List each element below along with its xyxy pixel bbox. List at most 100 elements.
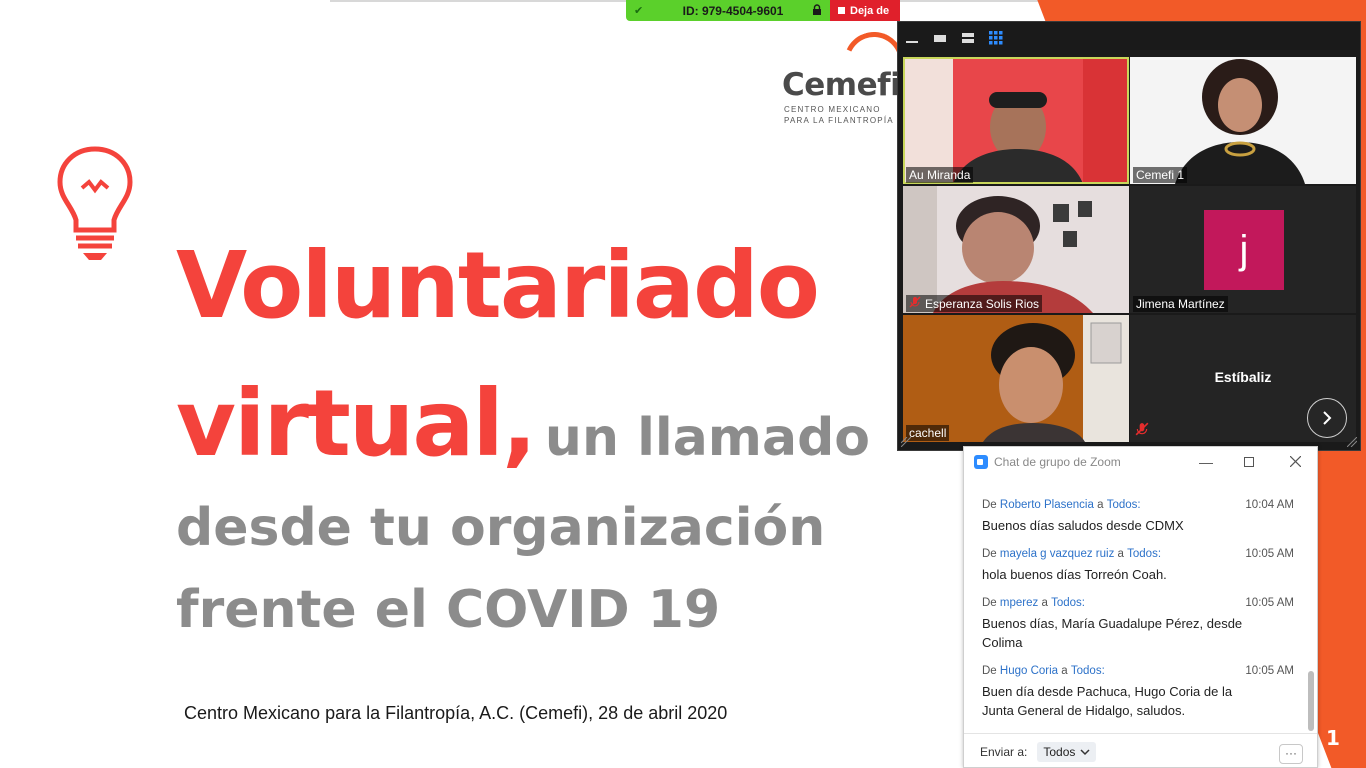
cemefi-logo: Cemefi CENTRO MEXICANO PARA LA FILANTROP… xyxy=(782,23,913,127)
participant-name: Au Miranda xyxy=(909,168,971,182)
chat-sender[interactable]: mayela g vazquez ruiz xyxy=(1000,548,1114,560)
participant-name-label: Cemefi 1 xyxy=(1133,167,1188,183)
chat-sender[interactable]: Roberto Plasencia xyxy=(1000,499,1094,511)
from-prefix: De xyxy=(982,499,997,511)
zoom-icon xyxy=(974,455,988,469)
participant-tile-esperanza[interactable]: Esperanza Solis Rios xyxy=(903,186,1129,313)
chat-time: 10:05 AM xyxy=(1245,548,1294,560)
logo-word: Cemefi xyxy=(782,67,901,103)
shield-check-icon: ✔ xyxy=(634,4,644,17)
chat-time: 10:04 AM xyxy=(1245,499,1294,511)
slide-title-virtual: virtual, xyxy=(176,370,537,477)
screen: 1 ✔ ID: 979-4504-9601 Deja de Cemefi CEN… xyxy=(0,0,1366,768)
to-word: a xyxy=(1117,548,1124,560)
lightbulb-icon xyxy=(56,146,134,264)
participant-name: Cemefi 1 xyxy=(1136,168,1185,182)
stop-share-label: Deja de xyxy=(850,4,890,17)
close-button[interactable] xyxy=(1286,453,1304,471)
slide-title-line-4: frente el COVID 19 xyxy=(176,580,721,640)
resize-handle-left[interactable] xyxy=(900,436,912,448)
mic-muted-icon xyxy=(909,296,921,311)
chat-message-header: De mperez a Todos: 10:05 AM xyxy=(982,597,1294,609)
chat-message-text: hola buenos días Torreón Coah. xyxy=(982,567,1167,582)
chat-message: De mperez a Todos: 10:05 AM Buenos días,… xyxy=(982,597,1294,652)
next-page-button[interactable] xyxy=(1307,398,1347,438)
participant-video xyxy=(903,57,1129,184)
minimize-video-button[interactable] xyxy=(904,30,920,46)
chat-titlebar[interactable]: Chat de grupo de Zoom xyxy=(964,447,1317,477)
send-to-dropdown[interactable]: Todos xyxy=(1037,741,1097,762)
chat-message: De mayela g vazquez ruiz a Todos: 10:05 … xyxy=(982,548,1294,584)
chat-message-text: Buen día desde Pachuca, Hugo Coria de la… xyxy=(982,684,1233,718)
from-prefix: De xyxy=(982,597,997,609)
participant-name-label: cachell xyxy=(906,425,950,441)
from-prefix: De xyxy=(982,665,997,677)
to-word: a xyxy=(1041,597,1048,609)
participant-name-label: Au Miranda xyxy=(906,167,974,183)
chevron-down-icon xyxy=(1080,748,1090,755)
speaker-view-button[interactable] xyxy=(960,30,976,46)
chat-message-header: De Roberto Plasencia a Todos: 10:04 AM xyxy=(982,499,1294,511)
lock-icon xyxy=(812,3,824,18)
chat-title: Chat de grupo de Zoom xyxy=(994,455,1121,469)
slide-title-line-1: Voluntariado xyxy=(176,232,820,339)
chat-sender[interactable]: mperez xyxy=(1000,597,1038,609)
chat-sender[interactable]: Hugo Coria xyxy=(1000,665,1058,677)
more-options-button[interactable]: ··· xyxy=(1279,744,1303,764)
slide-title-llamado: un llamado xyxy=(544,408,871,468)
to-word: a xyxy=(1061,665,1068,677)
minimize-button[interactable]: — xyxy=(1197,453,1215,471)
chat-recipient: Todos: xyxy=(1051,597,1085,609)
meeting-id-label: ID: 979-4504-9601 xyxy=(682,3,784,18)
participant-video xyxy=(1130,57,1356,184)
chat-footer: Enviar a: Todos xyxy=(964,733,1317,768)
slide-number: 1 xyxy=(1326,726,1340,750)
participant-name: Esperanza Solis Rios xyxy=(925,296,1040,311)
slide-title-line-3: desde tu organización xyxy=(176,498,826,558)
send-to-value: Todos xyxy=(1043,744,1076,759)
participant-video xyxy=(903,315,1129,442)
chat-message-header: De Hugo Coria a Todos: 10:05 AM xyxy=(982,665,1294,677)
meeting-id-bar[interactable]: ✔ ID: 979-4504-9601 xyxy=(626,0,830,21)
chat-time: 10:05 AM xyxy=(1245,665,1294,677)
avatar: j xyxy=(1204,210,1284,290)
send-to-label: Enviar a: xyxy=(980,744,1028,759)
chat-time: 10:05 AM xyxy=(1245,597,1294,609)
chevron-right-icon xyxy=(1323,411,1332,425)
slide-footer: Centro Mexicano para la Filantropía, A.C… xyxy=(184,703,728,723)
chat-message: De Roberto Plasencia a Todos: 10:04 AM B… xyxy=(982,499,1294,535)
chat-message-header: De mayela g vazquez ruiz a Todos: 10:05 … xyxy=(982,548,1294,560)
participant-tile-cachell[interactable]: cachell xyxy=(903,315,1129,442)
stop-share-button[interactable]: Deja de xyxy=(830,0,900,21)
gallery-toolbar xyxy=(898,22,1360,56)
close-icon xyxy=(1289,455,1301,468)
gallery-view-button[interactable] xyxy=(988,30,1004,46)
video-gallery-panel: Au Miranda Cemefi 1 Esperanza Solis Rios… xyxy=(897,21,1361,451)
hide-video-button[interactable] xyxy=(932,30,948,46)
participant-name: cachell xyxy=(909,426,947,440)
to-word: a xyxy=(1097,499,1104,511)
zoom-chat-window: Chat de grupo de Zoom — De Roberto Plase… xyxy=(963,446,1318,768)
chat-scrollbar[interactable] xyxy=(1308,671,1314,731)
participant-video xyxy=(903,186,1129,313)
participant-tile-jimena[interactable]: j Jimena Martínez xyxy=(1130,186,1356,313)
chat-recipient: Todos: xyxy=(1106,499,1141,511)
stop-square-icon xyxy=(838,7,845,14)
chat-message: De Hugo Coria a Todos: 10:05 AM Buen día… xyxy=(982,665,1294,720)
logo-subtitle-1: CENTRO MEXICANO xyxy=(784,105,881,114)
from-prefix: De xyxy=(982,548,997,560)
chat-message-text: Buenos días, María Guadalupe Pérez, desd… xyxy=(982,616,1243,650)
resize-handle-right[interactable] xyxy=(1346,436,1358,448)
chat-recipient: Todos: xyxy=(1127,548,1162,560)
participant-name-label: Esperanza Solis Rios xyxy=(906,295,1043,312)
logo-subtitle-2: PARA LA FILANTROPÍA xyxy=(784,116,894,125)
slide-title-line-2: virtual, un llamado xyxy=(176,370,870,477)
participant-tile-cemefi-1[interactable]: Cemefi 1 xyxy=(1130,57,1356,184)
chat-message-text: Buenos días saludos desde CDMX xyxy=(982,518,1184,533)
participant-tile-au-miranda[interactable]: Au Miranda xyxy=(903,57,1129,184)
participant-name-label: Jimena Martínez xyxy=(1133,296,1228,312)
maximize-button[interactable] xyxy=(1240,453,1258,471)
mic-muted-icon xyxy=(1135,422,1149,439)
participant-name: Jimena Martínez xyxy=(1136,297,1225,311)
participant-name-center: Estíbaliz xyxy=(1214,369,1272,385)
